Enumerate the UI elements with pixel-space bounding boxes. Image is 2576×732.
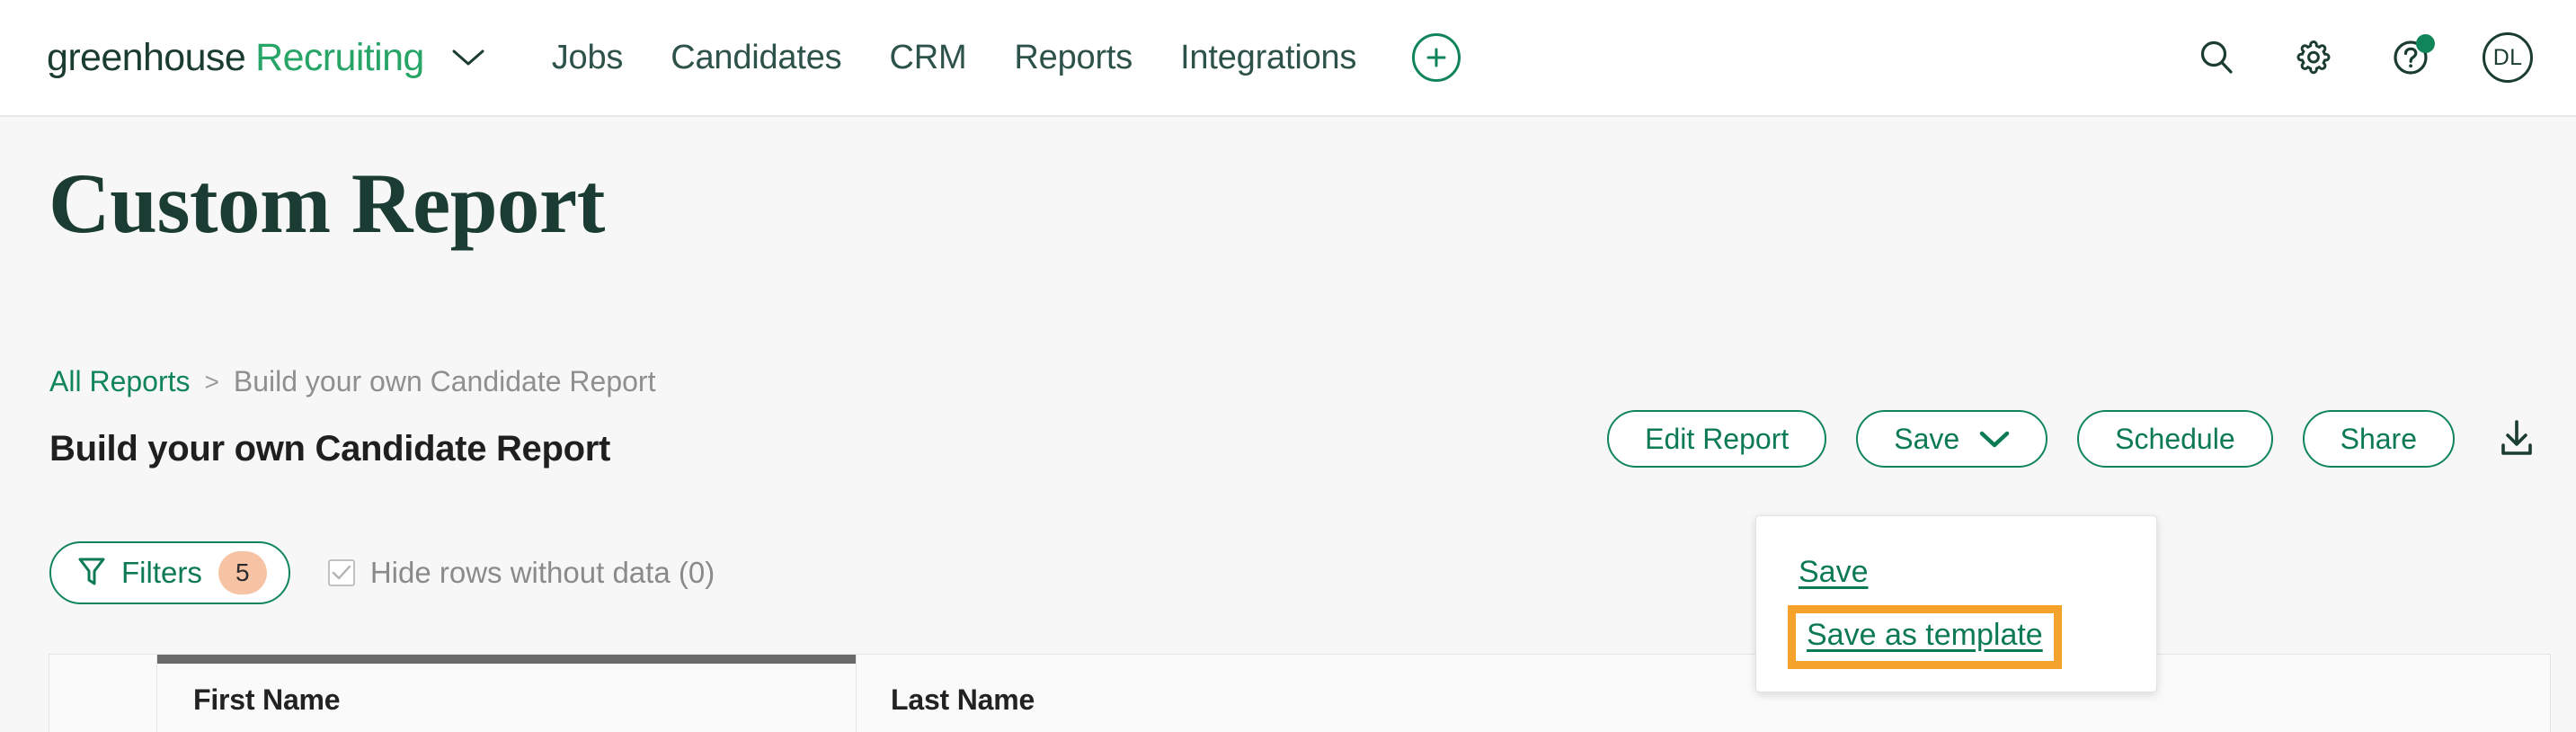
report-table: First Name Last Name [49,654,2551,732]
filters-count-badge: 5 [218,551,267,594]
breadcrumb-separator: > [204,367,219,396]
table-header-first-name: First Name [193,683,341,716]
breadcrumb: All Reports > Build your own Candidate R… [49,365,655,398]
save-menu-save-label: Save [1799,554,1869,589]
brand-name-secondary: Recruiting [255,35,424,79]
nav-item-crm[interactable]: CRM [889,39,966,77]
brand-logo[interactable]: greenhouse Recruiting [47,36,486,80]
nav-item-jobs[interactable]: Jobs [552,39,624,77]
hide-rows-without-data-checkbox[interactable]: Hide rows without data (0) [327,556,715,590]
filters-label: Filters [121,556,202,589]
schedule-label: Schedule [2115,422,2235,455]
page-root: greenhouse Recruiting Jobs Candidates CR… [0,0,2576,732]
chevron-down-icon [1979,423,2010,456]
table-header-last-name: Last Name [891,683,1035,716]
table-column-first-name[interactable]: First Name [157,655,857,732]
gear-icon[interactable] [2288,32,2339,83]
nav-item-candidates[interactable]: Candidates [671,39,841,77]
schedule-button[interactable]: Schedule [2077,410,2273,468]
question-mark-icon[interactable] [2385,32,2436,83]
save-button[interactable]: Save [1856,410,2048,468]
save-menu-save-as-template-label: Save as template [1807,618,2043,652]
nav-utility-icons: DL [2191,32,2533,83]
breadcrumb-current: Build your own Candidate Report [233,365,656,397]
save-label: Save [1894,422,1960,455]
share-button[interactable]: Share [2302,410,2455,468]
plus-circle-icon[interactable] [1412,33,1461,82]
hide-rows-label: Hide rows without data (0) [369,556,715,589]
save-menu-item-save[interactable]: Save [1756,546,2156,598]
avatar[interactable]: DL [2483,32,2533,83]
filter-toolbar: Filters 5 Hide rows without data (0) [49,541,715,604]
breadcrumb-all-reports[interactable]: All Reports [49,365,191,398]
search-icon[interactable] [2191,32,2242,83]
top-navigation-bar: greenhouse Recruiting Jobs Candidates CR… [0,0,2576,117]
report-subtitle: Build your own Candidate Report [49,429,611,469]
page-title: Custom Report [49,156,605,251]
share-label: Share [2340,422,2417,455]
nav-item-reports[interactable]: Reports [1014,39,1133,77]
report-action-buttons: Edit Report Save Schedule Share [1607,410,2542,468]
primary-nav-links: Jobs Candidates CRM Reports Integrations [552,39,1357,77]
save-dropdown-menu: Save Save as template [1755,515,2157,692]
filters-button[interactable]: Filters 5 [49,541,290,604]
edit-report-label: Edit Report [1645,422,1790,455]
brand-name-primary: greenhouse [47,35,246,79]
table-column-select [49,655,157,732]
edit-report-button[interactable]: Edit Report [1607,410,1827,468]
checkbox-box[interactable] [327,559,355,586]
save-menu-item-save-as-template[interactable]: Save as template [1788,605,2062,669]
table-column-last-name[interactable]: Last Name [857,655,2550,732]
nav-item-integrations[interactable]: Integrations [1180,39,1356,77]
chevron-down-icon[interactable] [450,47,486,68]
download-icon[interactable] [2492,410,2542,468]
avatar-initials: DL [2492,44,2523,70]
notification-dot [2416,34,2435,53]
funnel-icon [78,557,105,590]
